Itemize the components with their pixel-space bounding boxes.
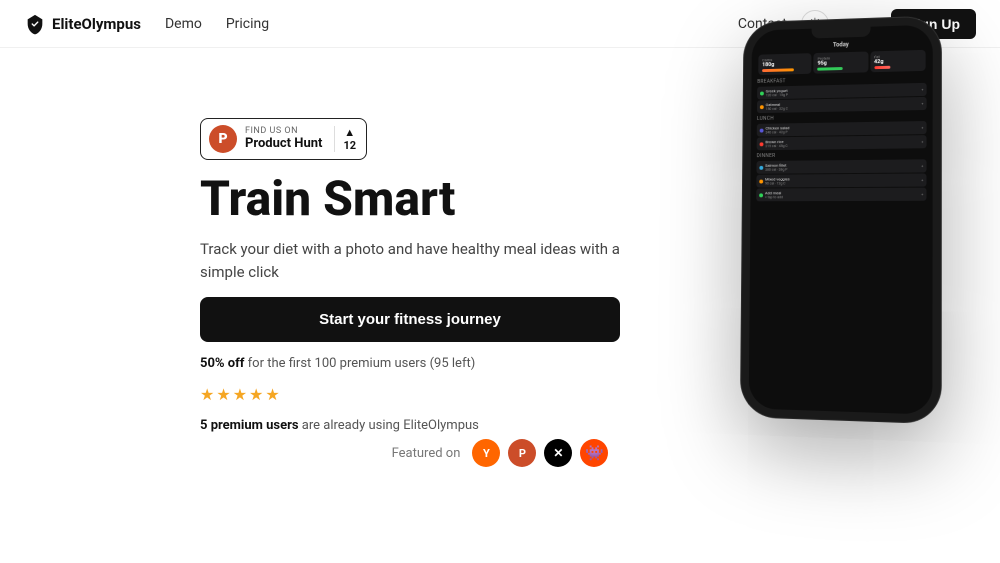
nav-pricing[interactable]: Pricing [226,16,269,32]
hero-section: P FIND US ON Product Hunt ▲ 12 Train Sma… [200,98,620,433]
offer-highlight: 50% off [200,356,244,371]
breakfast-num-1: + [921,87,923,92]
breakfast-info-1: Greek yogurt 120 cal · 15g P [766,85,922,97]
ph-text: FIND US ON Product Hunt [245,126,322,151]
dinner-info-2: Mixed veggies 90 cal · 12g C [765,176,921,186]
producthunt-icon[interactable]: P [508,439,536,467]
star-1: ★ [200,385,214,404]
offer-text: 50% off for the first 100 premium users … [200,356,620,371]
screen-content: Today Carbs 180g Protein 95g [750,25,932,209]
nav-left: EliteOlympus Demo Pricing [24,13,269,35]
ph-upvote: ▲ 12 [334,126,356,152]
breakfast-section: Breakfast Greek yogurt 120 cal · 15g P + [757,75,927,113]
dinner-label: Dinner [757,151,927,159]
offer-rest: for the first 100 premium users (95 left… [244,356,475,371]
ph-name-label: Product Hunt [245,136,322,151]
dinner-num-2: + [921,178,923,183]
reddit-icon[interactable]: 👾 [580,439,608,467]
star-rating: ★ ★ ★ ★ ★ [200,385,620,404]
dinner-cals-1: 380 cal · 38g P [765,166,921,171]
protein-bar [818,67,844,71]
breakfast-item-2: Oatmeal 150 cal · 32g C + [757,97,927,113]
star-2: ★ [216,385,230,404]
star-4: ★ [249,385,263,404]
dinner-item-1: Salmon fillet 380 cal · 38g P + [756,159,926,173]
users-count: 5 premium users [200,418,299,433]
star-3: ★ [233,385,247,404]
lunch-num-2: + [921,139,923,144]
carbs-card: Carbs 180g [758,53,812,75]
lunch-info-2: Brown rice 215 cal · 45g C [765,137,921,148]
logo-text: EliteOlympus [52,15,141,33]
product-hunt-badge[interactable]: P FIND US ON Product Hunt ▲ 12 [200,118,367,160]
dinner-item-3: Add meal + tap to add + [756,188,926,202]
featured-icons: Y P ✕ 👾 [472,439,608,467]
dinner-section: Dinner Salmon fillet 380 cal · 38g P + [756,151,926,201]
ph-arrow-icon: ▲ [344,126,355,139]
dinner-dot-3 [759,193,763,197]
lunch-item-1: Chicken salad 340 cal · 42g P + [757,121,927,137]
carbs-bar [762,68,794,72]
nav-demo[interactable]: Demo [165,16,202,32]
users-rest: are already using EliteOlympus [299,418,479,433]
dinner-cals-3: + tap to add [765,195,921,200]
carbs-value: 180g [762,61,808,68]
lunch-info-1: Chicken salad 340 cal · 42g P [765,123,921,134]
screen-title: Today [758,39,927,51]
dinner-dot-1 [759,165,763,169]
dinner-dot-2 [759,179,763,183]
featured-bar: Featured on Y P ✕ 👾 [0,439,1000,467]
breakfast-num-2: + [921,101,923,106]
lunch-item-2: Brown rice 215 cal · 45g C + [757,135,927,150]
phone-frame: Today Carbs 180g Protein 95g [741,16,941,423]
hero-title: Train Smart [200,174,620,224]
lunch-section: Lunch Chicken salad 340 cal · 42g P + [757,113,927,150]
phone-screen: Today Carbs 180g Protein 95g [749,25,933,415]
protein-value: 95g [818,60,865,67]
fat-bar [874,66,891,69]
breakfast-dot-1 [760,91,764,95]
breakfast-dot-2 [760,105,764,109]
phone-notch [812,27,871,39]
hackernews-icon[interactable]: Y [472,439,500,467]
dinner-info-1: Salmon fillet 380 cal · 38g P [765,161,921,171]
lunch-dot-2 [760,142,764,146]
macro-row: Carbs 180g Protein 95g Fat 42g [757,50,926,75]
ph-count: 12 [343,139,356,152]
ph-logo-icon: P [209,125,237,153]
twitter-x-icon[interactable]: ✕ [544,439,572,467]
fat-value: 42g [874,58,922,65]
protein-card: Protein 95g [814,52,869,74]
featured-label: Featured on [392,446,461,461]
main-content: P FIND US ON Product Hunt ▲ 12 Train Sma… [0,48,1000,483]
lunch-dot-1 [760,128,764,132]
dinner-item-2: Mixed veggies 90 cal · 12g C + [756,173,926,187]
dinner-num-1: + [921,163,923,168]
cta-button[interactable]: Start your fitness journey [200,297,620,342]
logo[interactable]: EliteOlympus [24,13,141,35]
dinner-info-3: Add meal + tap to add [765,190,921,200]
ph-find-label: FIND US ON [245,126,322,136]
fat-card: Fat 42g [870,50,926,72]
lunch-cals-2: 215 cal · 45g C [765,142,921,148]
lunch-num-1: + [921,125,923,130]
hero-subtitle: Track your diet with a photo and have he… [200,238,620,283]
social-proof: 5 premium users are already using EliteO… [200,418,620,433]
phone-mockup: Today Carbs 180g Protein 95g [740,18,960,458]
breakfast-info-2: Oatmeal 150 cal · 32g C [766,99,922,111]
dinner-num-3: + [921,192,923,197]
star-5: ★ [265,385,279,404]
